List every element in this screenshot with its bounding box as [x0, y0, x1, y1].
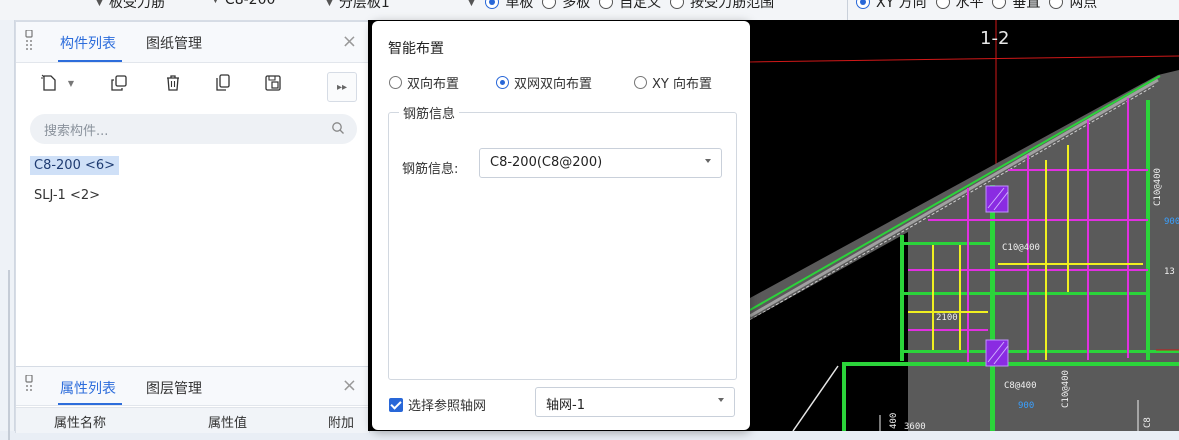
- tab-component-list[interactable]: 构件列表: [60, 33, 116, 53]
- chevron-down-icon: ▼: [212, 0, 219, 5]
- trash-icon: [167, 75, 179, 91]
- rebar-info-group: 钢筋信息 钢筋信息: C8-200(C8@200): [388, 103, 737, 380]
- rebar-info-select[interactable]: C8-200(C8@200): [479, 148, 722, 178]
- rebar-label: C8@400: [1004, 381, 1037, 391]
- direction-radios: XY 方向 水平 垂直 两点: [856, 0, 1097, 12]
- grid-select[interactable]: 轴网-1: [535, 387, 735, 417]
- close-icon[interactable]: ×: [342, 31, 357, 52]
- tab-property-list[interactable]: 属性列表: [60, 378, 116, 398]
- rebar-spec-dropdown[interactable]: ▼ C8-200: [212, 0, 275, 8]
- chevron-down-icon: ▼: [468, 0, 475, 8]
- layer-dropdown[interactable]: ▼ 分层板1: [326, 0, 390, 12]
- layer-copy-icon: [216, 74, 230, 91]
- list-item[interactable]: SLJ-1 <2>: [30, 186, 104, 205]
- radio-by-range[interactable]: [670, 0, 685, 9]
- copy-icon: [111, 75, 127, 91]
- chevron-down-icon: ▼: [96, 0, 103, 8]
- radio-circle: [389, 76, 402, 89]
- smart-layout-dialog: 智能布置 双向布置 双网双向布置 XY 向布置 钢筋信息 钢筋信息: C8-20…: [372, 21, 750, 430]
- more-options-button[interactable]: ▸▸: [327, 72, 357, 102]
- active-tab-indicator: [58, 403, 122, 405]
- drag-handle-icon[interactable]: [24, 30, 34, 54]
- reference-grid-checkbox[interactable]: 选择参照轴网: [389, 395, 486, 414]
- dimension-label: 400: [889, 413, 899, 429]
- list-item[interactable]: C8-200 <6>: [30, 156, 120, 175]
- column-header-name: 属性名称: [54, 416, 107, 431]
- radio-xy-layout[interactable]: XY 向布置: [634, 73, 712, 92]
- radio-vertical[interactable]: [992, 0, 1007, 9]
- rebar-label: C10@400: [1002, 243, 1040, 253]
- dimension-label: 13: [1164, 267, 1175, 277]
- dialog-title: 智能布置: [388, 41, 444, 57]
- property-list-panel: 属性列表 图层管理 × 属性名称 属性值 附加: [15, 366, 370, 433]
- tab-drawing-management[interactable]: 图纸管理: [146, 33, 202, 53]
- radio-two-way-layout[interactable]: 双向布置: [389, 73, 459, 92]
- search-placeholder: 搜索构件...: [44, 124, 109, 139]
- rebar-label: C8: [1143, 417, 1153, 428]
- layer-copy-button[interactable]: [210, 70, 236, 96]
- radio-multi-board[interactable]: [542, 0, 557, 9]
- scrollbar[interactable]: [8, 270, 10, 440]
- dimension-label: 900: [1018, 401, 1034, 411]
- dimension-label: 3600: [904, 422, 926, 431]
- layout-mode-radios: ▼ 单板 多板 自定义 按受力筋范围: [468, 0, 774, 12]
- close-icon[interactable]: ×: [342, 375, 357, 396]
- chevron-down-icon: ▼: [67, 78, 75, 88]
- rebar-type-dropdown[interactable]: ▼ 板受力筋: [96, 0, 165, 12]
- rebar-label: C10@400: [1153, 168, 1163, 206]
- panel-header: 构件列表 图纸管理 ×: [16, 22, 369, 63]
- radio-xy-direction[interactable]: [856, 0, 870, 9]
- group-label: 钢筋信息: [399, 103, 460, 122]
- radio-dual-mesh-layout[interactable]: 双网双向布置: [496, 73, 592, 92]
- property-table-header: 属性名称 属性值 附加: [16, 407, 369, 433]
- radio-two-point[interactable]: [1049, 0, 1064, 9]
- chevron-down-icon: [705, 159, 711, 163]
- left-dock-strip: [0, 20, 15, 440]
- component-list-panel: 构件列表 图纸管理 × ▼ ▸▸ 搜索构件... C8-200 <6> SLJ-…: [15, 21, 370, 368]
- delete-button[interactable]: [160, 70, 186, 96]
- radio-circle-selected: [496, 76, 509, 89]
- dimension-label: 2100: [936, 313, 958, 323]
- radio-single-board[interactable]: [485, 0, 500, 9]
- tab-layer-management[interactable]: 图层管理: [146, 378, 202, 398]
- rebar-info-value: C8-200(C8@200): [490, 155, 603, 170]
- rebar-label: C10@400: [1061, 370, 1071, 408]
- rebar-info-label: 钢筋信息:: [402, 162, 459, 177]
- axis-label: 1-2: [980, 28, 1009, 49]
- search-icon[interactable]: [331, 121, 345, 135]
- drag-handle-icon[interactable]: [24, 375, 34, 399]
- column-header-value: 属性值: [208, 416, 248, 431]
- new-dropdown-button[interactable]: ▼: [64, 70, 78, 96]
- save-icon: [265, 75, 281, 91]
- component-search-input[interactable]: 搜索构件...: [30, 114, 357, 144]
- copy-button[interactable]: [106, 70, 132, 96]
- checkbox-checked-icon: [389, 397, 403, 412]
- radio-circle: [634, 76, 647, 89]
- column-header-extra: 附加: [328, 416, 355, 431]
- radio-horizontal[interactable]: [935, 0, 950, 9]
- new-file-icon: [41, 74, 56, 91]
- panel-header: 属性列表 图层管理 ×: [16, 367, 369, 406]
- toolbar-divider: [847, 0, 848, 20]
- active-tab-indicator: [58, 60, 122, 62]
- radio-custom[interactable]: [599, 0, 614, 9]
- component-toolbar: ▼ ▸▸: [16, 70, 369, 106]
- dimension-label: 900: [1164, 217, 1179, 227]
- double-chevron-right-icon: ▸▸: [336, 81, 348, 93]
- chevron-down-icon: [718, 398, 724, 402]
- save-template-button[interactable]: [260, 70, 286, 96]
- top-toolbar: ▼ 板受力筋 ▼ C8-200 ▼ 分层板1 ▼ 单板 多板 自定义 按受力筋范围 X…: [0, 0, 1179, 21]
- new-component-button[interactable]: [36, 70, 62, 96]
- grid-value: 轴网-1: [546, 398, 585, 413]
- chevron-down-icon: ▼: [326, 0, 333, 8]
